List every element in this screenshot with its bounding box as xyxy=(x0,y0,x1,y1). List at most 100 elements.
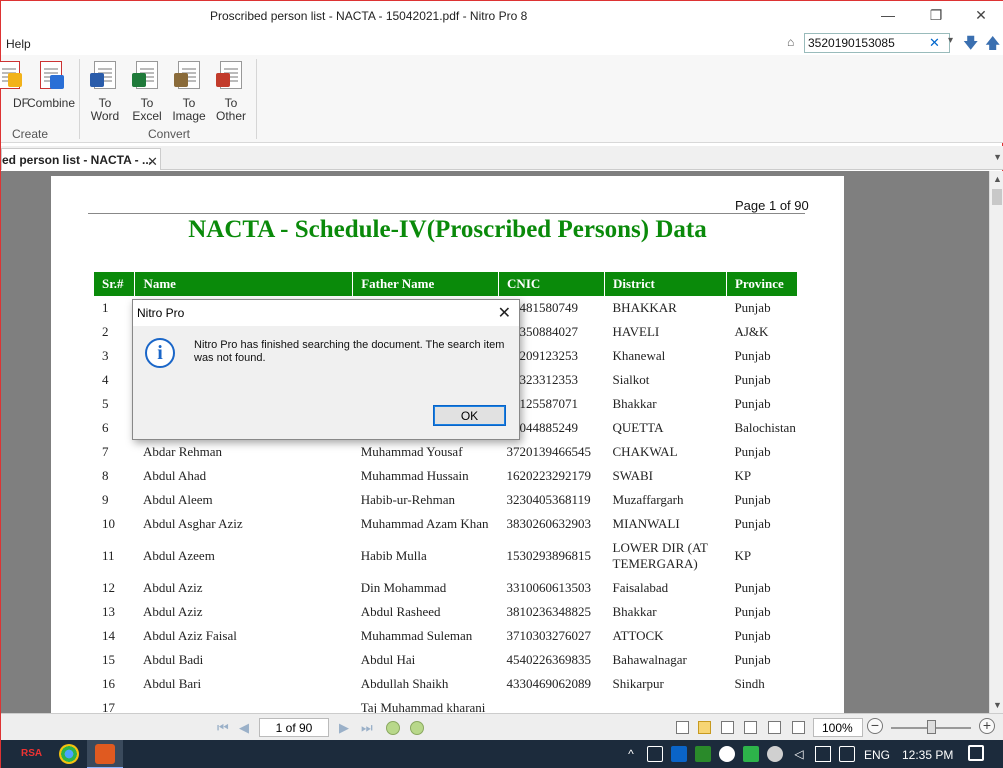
check-icon[interactable] xyxy=(743,746,759,762)
cell-sr: 15 xyxy=(102,652,115,667)
cell-name xyxy=(135,696,353,713)
ok-button[interactable]: OK xyxy=(433,405,506,426)
cell-district: ATTOCK xyxy=(612,628,664,643)
combine-button[interactable]: Combine xyxy=(27,59,75,125)
pdf-icon xyxy=(0,59,24,93)
cell-name: Abdul Aziz xyxy=(142,580,203,595)
zoom-slider-thumb[interactable] xyxy=(927,720,936,734)
sheets-icon[interactable] xyxy=(695,746,711,762)
cell-cnic: 1530293896815 xyxy=(506,548,592,563)
cloud-icon[interactable] xyxy=(719,746,735,762)
continuous-view-icon[interactable] xyxy=(698,721,711,734)
table-row: 12 Abdul Aziz Din Mohammad 3310060613503 Fai… xyxy=(94,576,798,600)
battery-icon[interactable] xyxy=(839,746,855,762)
cell-district xyxy=(605,696,727,713)
dialog-body: i Nitro Pro has finished searching the d… xyxy=(133,326,519,402)
cell-father-name: Taj Muhammad kharani xyxy=(360,700,486,713)
clock[interactable]: 12:35 PM xyxy=(902,748,953,762)
zoom-in-button[interactable]: + xyxy=(979,718,995,734)
page-number-input[interactable] xyxy=(259,718,329,737)
ribbon-separator xyxy=(256,59,257,139)
cell-district: SWABI xyxy=(612,468,653,483)
status-bar: ⏮ ◀ ▶ ⏭ − + xyxy=(1,713,1003,740)
table-row: 7 Abdar Rehman Muhammad Yousaf 372013946654… xyxy=(94,440,798,464)
to-other-button[interactable]: To Other xyxy=(209,59,253,125)
find-dropdown-icon[interactable]: ▾ xyxy=(948,35,953,46)
cell-sr: 5 xyxy=(102,396,109,411)
col-header-father-name: Father Name xyxy=(352,272,500,296)
image-icon xyxy=(174,59,204,93)
fit-width-icon[interactable] xyxy=(768,721,781,734)
table-row: 15 Abdul Badi Abdul Hai 4540226369835 Bahawa… xyxy=(94,648,798,672)
vertical-scrollbar[interactable]: ▲ ▼ xyxy=(989,171,1003,713)
first-page-icon[interactable]: ⏮ xyxy=(217,720,229,736)
cell-cnic: 1620223292179 xyxy=(506,468,592,483)
close-window-button[interactable]: ✕ xyxy=(958,3,1003,29)
to-word-button[interactable]: To Word xyxy=(83,59,127,125)
find-clear-icon[interactable]: ✕ xyxy=(929,35,940,51)
cell-district: Bahawalnagar xyxy=(612,652,687,667)
tray-overflow-icon[interactable]: ^ xyxy=(623,746,639,762)
cell-name: Abdul Badi xyxy=(142,652,204,667)
document-tab[interactable]: ed person list - NACTA - ... ✕ xyxy=(1,148,161,170)
cell-district: BHAKKAR xyxy=(612,300,677,315)
col-header-province: Province xyxy=(726,272,799,296)
back-view-icon[interactable] xyxy=(386,721,400,735)
volume-icon[interactable]: ◁ xyxy=(791,746,807,762)
cell-sr: 10 xyxy=(102,516,115,531)
chrome-icon[interactable] xyxy=(59,744,79,764)
dialog-close-icon[interactable]: ✕ xyxy=(498,303,511,323)
cell-province: Balochistan xyxy=(734,420,796,435)
notification-icon[interactable] xyxy=(968,745,984,761)
cell-name: Abdul Azeem xyxy=(142,548,215,563)
outlook-icon[interactable] xyxy=(671,746,687,762)
security-icon[interactable] xyxy=(767,746,783,762)
table-row: 10 Abdul Asghar Aziz Muhammad Azam Khan 383… xyxy=(94,512,798,536)
cell-name: Abdul Aziz Faisal xyxy=(142,628,237,643)
excel-icon xyxy=(132,59,162,93)
cell-cnic: 3230405368119 xyxy=(506,492,591,507)
convert-group-label: Convert xyxy=(148,127,191,141)
continuous-facing-view-icon[interactable] xyxy=(744,721,757,734)
next-page-icon[interactable]: ▶ xyxy=(339,720,349,736)
dialog-title-bar: Nitro Pro ✕ xyxy=(133,300,519,326)
zoom-out-button[interactable]: − xyxy=(867,718,883,734)
rsa-icon[interactable]: RSA xyxy=(21,748,42,759)
maximize-button[interactable]: ❐ xyxy=(913,3,959,29)
document-viewport[interactable]: Page 1 of 90 NACTA - Schedule-IV(Proscri… xyxy=(1,171,989,713)
pdf-page: Page 1 of 90 NACTA - Schedule-IV(Proscri… xyxy=(51,176,844,713)
cell-district: MIANWALI xyxy=(612,516,680,531)
tab-list-icon[interactable]: ▼ xyxy=(993,152,1002,162)
cell-sr: 14 xyxy=(102,628,115,643)
to-excel-button[interactable]: To Excel xyxy=(125,59,169,125)
input-language[interactable]: ENG xyxy=(864,748,890,762)
combine-icon xyxy=(36,59,66,93)
fit-page-icon[interactable] xyxy=(792,721,805,734)
col-header-sr: Sr.# xyxy=(94,272,136,296)
cell-cnic: 3310060613503 xyxy=(506,580,592,595)
zoom-input[interactable] xyxy=(813,718,863,737)
cell-cnic: 3710303276027 xyxy=(506,628,592,643)
tray-app-icon[interactable] xyxy=(647,746,663,762)
cell-province: Punjab xyxy=(734,492,771,507)
cell-sr: 6 xyxy=(102,420,109,435)
cell-district: Sialkot xyxy=(612,372,650,387)
network-icon[interactable] xyxy=(815,746,831,762)
cell-father-name: Abdul Rasheed xyxy=(360,604,441,619)
to-image-button[interactable]: To Image xyxy=(167,59,211,125)
nitro-taskbar-slot[interactable] xyxy=(87,740,123,768)
title-bar: Proscribed person list - NACTA - 1504202… xyxy=(1,1,1003,33)
scroll-down-icon[interactable]: ▼ xyxy=(993,700,1002,710)
scroll-up-icon[interactable]: ▲ xyxy=(993,174,1002,184)
single-page-view-icon[interactable] xyxy=(676,721,689,734)
facing-view-icon[interactable] xyxy=(721,721,734,734)
cell-province: Punjab xyxy=(734,604,771,619)
menu-help[interactable]: Help xyxy=(6,37,31,51)
minimize-button[interactable]: — xyxy=(865,3,911,29)
previous-page-icon[interactable]: ◀ xyxy=(239,720,249,736)
forward-view-icon[interactable] xyxy=(410,721,424,735)
last-page-icon[interactable]: ⏭ xyxy=(361,720,373,736)
tab-close-icon[interactable]: ✕ xyxy=(147,154,158,170)
word-icon xyxy=(90,59,120,93)
scroll-thumb[interactable] xyxy=(992,189,1002,205)
